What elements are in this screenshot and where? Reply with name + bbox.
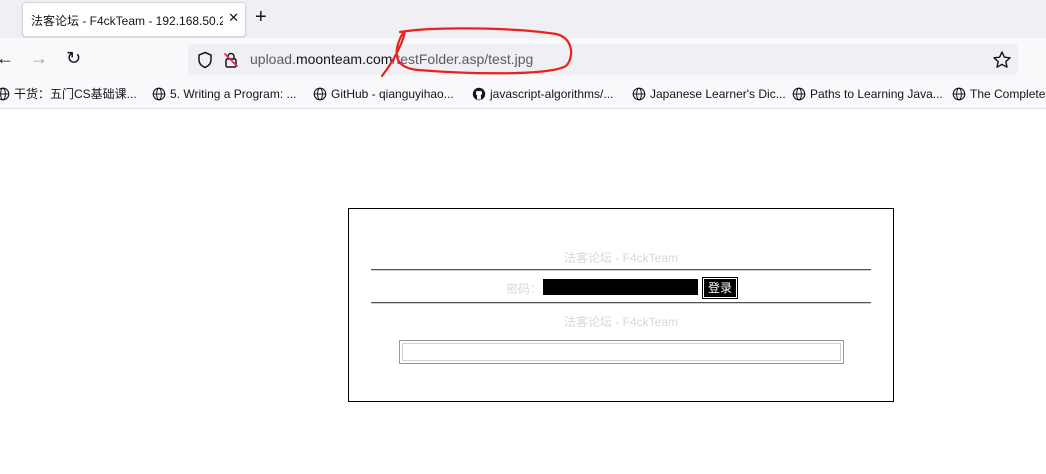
bookmark-item[interactable]: GitHub - qianguyihao... — [313, 86, 454, 102]
bookmark-label: The Complete — [970, 87, 1046, 101]
close-icon[interactable]: ✕ — [228, 10, 239, 26]
insecure-lock-icon[interactable] — [222, 51, 240, 69]
bookmark-item[interactable]: Paths to Learning Java... — [792, 86, 943, 102]
site-title-bottom: 法客论坛 - F4ckTeam — [563, 315, 678, 329]
password-input[interactable] — [543, 279, 698, 295]
divider — [371, 302, 871, 304]
nav-bar: ← → ↻ upload.moonteam.com/testFolder.asp… — [0, 38, 1046, 80]
page-content: 法客论坛 - F4ckTeam 密码： 登录 法客论坛 - F4ckTeam — [0, 109, 1046, 474]
bookmark-label: 干货：五门CS基础课... — [14, 87, 137, 101]
globe-icon — [632, 87, 646, 101]
url-prefix: upload. — [250, 51, 296, 67]
password-label: 密码： — [506, 282, 543, 296]
bookmark-label: GitHub - qianguyihao... — [331, 87, 454, 101]
password-row: 密码： 登录 — [349, 277, 893, 299]
shield-icon[interactable] — [196, 51, 214, 69]
new-tab-button[interactable]: + — [255, 6, 267, 28]
reload-icon[interactable]: ↻ — [66, 48, 81, 68]
bookmark-label: Paths to Learning Java... — [810, 87, 943, 101]
tab-active[interactable]: 法客论坛 - F4ckTeam - 192.168.50.23 ✕ — [22, 2, 246, 37]
globe-icon — [313, 87, 327, 101]
globe-icon — [0, 87, 10, 101]
url-bar[interactable]: upload.moonteam.com/testFolder.asp/test.… — [188, 44, 1018, 75]
url-text[interactable]: upload.moonteam.com/testFolder.asp/test.… — [250, 51, 533, 67]
bookmark-item[interactable]: 5. Writing a Program: ... — [152, 86, 297, 102]
bookmark-label: Japanese Learner's Dic... — [650, 87, 786, 101]
bookmark-label: javascript-algorithms/... — [490, 87, 614, 101]
login-button[interactable]: 登录 — [701, 277, 739, 299]
url-path: /testFolder.asp/test.jpg — [392, 51, 534, 67]
site-title-top: 法客论坛 - F4ckTeam — [563, 251, 678, 265]
github-icon — [472, 87, 486, 101]
bookmark-star-icon[interactable] — [992, 50, 1012, 70]
url-host: moonteam.com — [295, 51, 393, 67]
back-icon[interactable]: ← — [0, 48, 14, 68]
globe-icon — [952, 87, 966, 101]
bookmark-item[interactable]: 干货：五门CS基础课... — [0, 86, 137, 102]
bookmarks-bar: 干货：五门CS基础课... 5. Writing a Program: ... … — [0, 80, 1046, 109]
tab-strip: 法客论坛 - F4ckTeam - 192.168.50.23 ✕ + — [0, 0, 1046, 38]
bookmark-label: 5. Writing a Program: ... — [170, 87, 297, 101]
text-field-inner — [402, 343, 841, 361]
globe-icon — [152, 87, 166, 101]
text-field[interactable] — [399, 340, 844, 364]
bookmark-item[interactable]: Japanese Learner's Dic... — [632, 86, 786, 102]
forward-icon[interactable]: → — [30, 48, 48, 68]
divider — [371, 269, 871, 271]
bookmark-item[interactable]: The Complete — [952, 86, 1045, 102]
login-form: 法客论坛 - F4ckTeam 密码： 登录 法客论坛 - F4ckTeam — [348, 208, 894, 402]
globe-icon — [792, 87, 806, 101]
bookmark-item[interactable]: javascript-algorithms/... — [472, 86, 613, 102]
tab-title: 法客论坛 - F4ckTeam - 192.168.50.23 — [31, 14, 223, 28]
browser-window: 法客论坛 - F4ckTeam - 192.168.50.23 ✕ + ← → … — [0, 0, 1046, 474]
